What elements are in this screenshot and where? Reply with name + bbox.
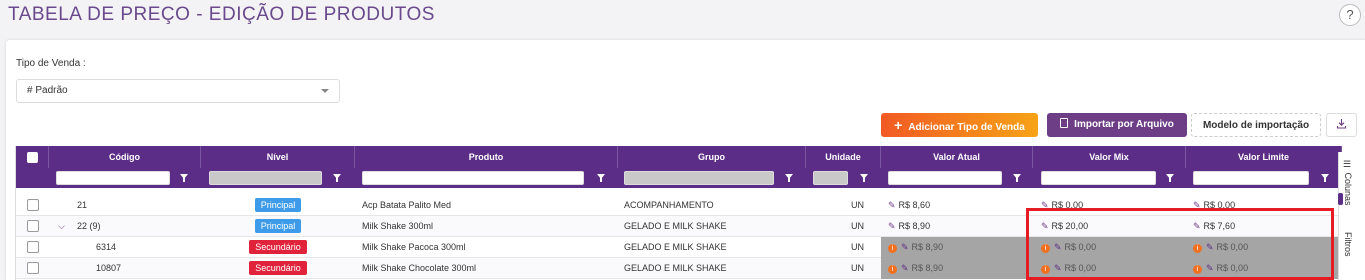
produto-cell: Milk Shake Chocolate 300ml [362, 263, 477, 273]
produto-cell: Milk Shake Pacoca 300ml [362, 242, 466, 252]
highlight-annotation-box [1026, 208, 1334, 280]
grupo-cell: ACOMPANHAMENTO [624, 200, 714, 210]
grupo-cell: GELADO E MILK SHAKE [624, 221, 727, 231]
header-valor-limite[interactable]: Valor Limite [1186, 146, 1342, 168]
produto-cell: Milk Shake 300ml [362, 221, 434, 231]
header-produto[interactable]: Produto [355, 146, 618, 168]
valor-limite-filter-icon[interactable] [1320, 172, 1330, 184]
codigo-filter-icon[interactable] [179, 172, 189, 184]
unidade-filter-input [813, 171, 848, 185]
tipo-venda-value: # Padrão [27, 85, 68, 96]
row-checkbox[interactable] [27, 262, 39, 274]
valor-mix-filter-icon[interactable] [1165, 172, 1175, 184]
produto-filter-input[interactable] [362, 171, 584, 185]
codigo-cell: 10807 [96, 263, 122, 273]
tipo-venda-select[interactable]: # Padrão [16, 79, 340, 103]
nivel-badge: Secundário [249, 261, 307, 275]
info-icon[interactable]: i [888, 265, 897, 274]
help-button[interactable]: ? [1339, 4, 1361, 26]
row-checkbox[interactable] [27, 220, 39, 232]
unidade-cell: UN [851, 221, 864, 231]
import-file-button[interactable]: Importar por Arquivo [1047, 113, 1187, 137]
row-checkbox[interactable] [27, 241, 39, 253]
table-header: Código Nível Produto Grupo Unidade Valor… [16, 146, 1342, 188]
page-title: TABELA DE PREÇO - EDIÇÃO DE PRODUTOS [8, 4, 435, 25]
nivel-cell: Secundário [201, 258, 355, 279]
columns-icon: ☰ [1343, 160, 1353, 173]
valor-atual-filter-input[interactable] [888, 171, 1002, 185]
unidade-filter-icon[interactable] [859, 172, 869, 184]
columns-tab[interactable]: ☰ Colunas [1343, 160, 1353, 206]
nivel-filter-input [209, 171, 322, 185]
filter-row [16, 168, 1342, 188]
plus-icon: + [894, 117, 903, 133]
codigo-filter-input[interactable] [56, 171, 170, 185]
header-valor-atual[interactable]: Valor Atual [881, 146, 1033, 168]
unidade-cell: UN [851, 263, 864, 273]
import-model-button[interactable]: Modelo de importação [1191, 113, 1321, 137]
nivel-filter-icon[interactable] [332, 172, 342, 184]
valor-atual-filter-icon[interactable] [1012, 172, 1022, 184]
codigo-cell: 21 [77, 200, 88, 210]
edit-pencil-icon[interactable]: ✎ [888, 216, 896, 237]
filters-tab[interactable]: Filtros [1343, 232, 1353, 257]
file-icon [1060, 118, 1069, 128]
chevron-down-icon [321, 89, 329, 93]
info-icon[interactable]: i [888, 244, 897, 253]
unidade-cell: UN [851, 242, 864, 252]
unidade-cell: UN [851, 200, 864, 210]
valor-atual-cell[interactable]: i ✎ R$ 8,90 [881, 237, 1033, 258]
grupo-filter-input [624, 171, 774, 185]
download-button[interactable] [1326, 113, 1357, 137]
nivel-badge: Principal [254, 198, 302, 212]
valor-atual-cell[interactable]: ✎ R$ 8,90 [888, 216, 930, 237]
nivel-badge: Principal [254, 219, 302, 233]
header-valor-mix[interactable]: Valor Mix [1033, 146, 1186, 168]
edit-pencil-icon[interactable]: ✎ [901, 237, 909, 258]
nivel-badge: Secundário [249, 240, 307, 254]
vertical-scrollbar-thumb[interactable] [1338, 193, 1343, 205]
produto-cell: Acp Batata Palito Med [362, 200, 452, 210]
codigo-cell: 22 (9) [77, 221, 101, 231]
header-grupo[interactable]: Grupo [618, 146, 806, 168]
valor-mix-filter-input[interactable] [1041, 171, 1156, 185]
valor-limite-filter-input[interactable] [1193, 171, 1309, 185]
grupo-cell: GELADO E MILK SHAKE [624, 242, 727, 252]
tipo-venda-label: Tipo de Venda : [16, 58, 86, 69]
grupo-filter-icon[interactable] [784, 172, 794, 184]
valor-atual-cell[interactable]: i ✎ R$ 8,90 [881, 258, 1033, 279]
side-panel: ☰ Colunas Filtros [1338, 152, 1358, 280]
edit-pencil-icon[interactable]: ✎ [901, 258, 909, 279]
codigo-cell: 6314 [96, 242, 117, 252]
valor-atual-cell[interactable]: ✎ R$ 8,60 [888, 195, 930, 216]
nivel-cell: Principal [201, 216, 355, 237]
header-select-all-cell [16, 146, 49, 168]
add-tipo-venda-button[interactable]: + Adicionar Tipo de Venda [881, 113, 1038, 137]
header-unidade[interactable]: Unidade [806, 146, 881, 168]
expand-chevron-icon[interactable]: ⌵ [58, 216, 65, 237]
grupo-cell: GELADO E MILK SHAKE [624, 263, 727, 273]
header-nivel[interactable]: Nível [201, 146, 355, 168]
nivel-cell: Principal [201, 195, 355, 216]
nivel-cell: Secundário [201, 237, 355, 258]
header-codigo[interactable]: Código [49, 146, 201, 168]
row-checkbox[interactable] [27, 199, 39, 211]
produto-filter-icon[interactable] [596, 172, 606, 184]
select-all-checkbox[interactable] [27, 152, 38, 163]
edit-pencil-icon[interactable]: ✎ [888, 195, 896, 216]
download-icon [1336, 119, 1347, 129]
